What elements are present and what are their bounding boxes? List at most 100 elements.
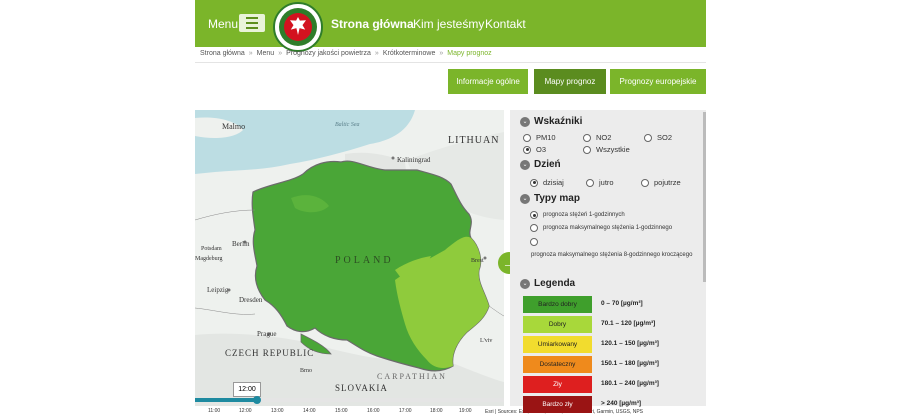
- legend-row: Bardzo zły > 240 [µg/m³]: [523, 396, 698, 413]
- radio-circle[interactable]: [523, 145, 531, 154]
- legend-swatch: Bardzo dobry: [523, 296, 592, 313]
- chevron-down-icon[interactable]: ⌄: [520, 116, 530, 127]
- legend-swatch: Dobry: [523, 316, 592, 333]
- map-label-malmo: Malmo: [222, 122, 246, 131]
- breadcrumb-item[interactable]: Krótkoterminowe: [383, 50, 436, 57]
- hamburger-line: [246, 27, 258, 29]
- radio-wszystkie[interactable]: Wszystkie: [583, 145, 630, 154]
- radio-label: prognoza maksymalnego stężenia 1-godzinn…: [543, 225, 673, 231]
- radio-pm10[interactable]: PM10: [523, 133, 556, 142]
- chevron-down-icon[interactable]: ⌄: [520, 278, 530, 289]
- radio-circle[interactable]: [583, 133, 591, 142]
- tab-forecast-maps[interactable]: Mapy prognoz: [534, 69, 606, 94]
- radio-no2[interactable]: NO2: [583, 133, 611, 142]
- hamburger-line: [246, 17, 258, 19]
- time-slider-handle[interactable]: [252, 396, 261, 404]
- radio-label: jutro: [599, 178, 614, 187]
- map-label-leipzig: Leipzig: [207, 286, 229, 294]
- time-tick: 16:00: [367, 408, 380, 414]
- radio-circle[interactable]: [641, 178, 649, 187]
- legend-swatch: Zły: [523, 376, 592, 393]
- radio-label: SO2: [657, 133, 673, 142]
- radio-max-8h-forecast[interactable]: [530, 238, 538, 246]
- time-slider[interactable]: [195, 396, 504, 404]
- legend-row: Zły 180.1 – 240 [µg/m³]: [523, 376, 698, 393]
- radio-o3[interactable]: O3: [523, 145, 546, 154]
- radio-1h-forecast[interactable]: prognoza stężeń 1-godzinnych: [530, 211, 625, 219]
- hamburger-line: [246, 22, 258, 24]
- legend-swatch: Dostateczny: [523, 356, 592, 373]
- city-dot: [391, 156, 395, 160]
- breadcrumb-item[interactable]: Prognozy jakości powietrza: [286, 50, 371, 57]
- radio-circle[interactable]: [530, 224, 538, 232]
- menu-label[interactable]: Menu: [208, 17, 238, 31]
- breadcrumb-divider: [195, 62, 706, 63]
- map-label-kaliningrad: Kaliningrad: [397, 156, 431, 164]
- radio-label: PM10: [536, 133, 556, 142]
- breadcrumb: Strona główna» Menu» Prognozy jakości powi…: [200, 50, 492, 57]
- radio-label: Wszystkie: [596, 145, 630, 154]
- legend-swatch: Bardzo zły: [523, 396, 592, 413]
- radio-day-after[interactable]: pojutrze: [641, 178, 681, 187]
- legend-range: 70.1 – 120 [µg/m³]: [601, 320, 656, 327]
- panel-scrollbar[interactable]: [703, 112, 706, 282]
- time-ticks: 11:00 12:00 13:00 14:00 15:00 16:00 17:0…: [195, 408, 504, 418]
- map-label-brest: Brest: [471, 258, 484, 264]
- breadcrumb-separator: »: [374, 50, 379, 57]
- radio-today[interactable]: dzisiaj: [530, 178, 564, 187]
- page: Menu Strona główna Kim jesteśmy Kontakt …: [195, 0, 706, 420]
- nav-about-link[interactable]: Kim jesteśmy: [413, 17, 484, 31]
- breadcrumb-item[interactable]: Strona główna: [200, 50, 245, 57]
- radio-circle[interactable]: [530, 238, 538, 246]
- section-title: Legenda: [534, 278, 576, 289]
- time-tick: 15:00: [335, 408, 348, 414]
- time-tick: 18:00: [430, 408, 443, 414]
- nav-home-link[interactable]: Strona główna: [331, 17, 414, 31]
- map-label-prague: Prague: [257, 330, 277, 338]
- chevron-down-icon[interactable]: ⌄: [520, 193, 530, 204]
- map-label-carpathian: CARPATHIAN: [377, 372, 447, 381]
- hamburger-menu-button[interactable]: [239, 14, 265, 32]
- section-dzien[interactable]: ⌄ Dzień: [520, 159, 561, 170]
- tab-european-forecasts[interactable]: Prognozy europejskie: [610, 69, 706, 94]
- time-tick: 11:00: [208, 408, 221, 414]
- legend-range: > 240 [µg/m³]: [601, 400, 642, 407]
- legend-row: Dobry 70.1 – 120 [µg/m³]: [523, 316, 698, 333]
- time-tick: 12:00: [239, 408, 252, 414]
- radio-circle[interactable]: [530, 178, 538, 187]
- section-legenda[interactable]: ⌄ Legenda: [520, 278, 575, 289]
- radio-circle[interactable]: [586, 178, 594, 187]
- map-label-potsdam: Potsdam: [201, 246, 222, 252]
- radio-so2[interactable]: SO2: [644, 133, 672, 142]
- radio-circle[interactable]: [523, 133, 531, 142]
- legend-range: 180.1 – 240 [µg/m³]: [601, 380, 659, 387]
- forecast-map[interactable]: Malmo Baltic Sea LITHUAN Kaliningrad POL…: [195, 110, 504, 406]
- radio-circle[interactable]: [530, 211, 538, 219]
- map-label-magdeburg: Magdeburg: [195, 256, 223, 262]
- radio-tomorrow[interactable]: jutro: [586, 178, 614, 187]
- legend-swatch: Umiarkowany: [523, 336, 592, 353]
- radio-circle[interactable]: [644, 133, 652, 142]
- radio-circle[interactable]: [583, 145, 591, 154]
- radio-label-8h: prognoza maksymalnego stężenia 8-godzinn…: [531, 252, 693, 258]
- radio-label: pojutrze: [654, 178, 681, 187]
- breadcrumb-item[interactable]: Menu: [257, 50, 275, 57]
- map-label-brno: Brno: [300, 368, 312, 374]
- time-indicator: 12:00: [233, 382, 261, 397]
- options-panel: ⌄ Wskaźniki PM10 NO2 SO2 O3 Wszystkie ⌄ …: [510, 110, 706, 413]
- inspection-logo[interactable]: [273, 2, 323, 52]
- section-wskazniki[interactable]: ⌄ Wskaźniki: [520, 116, 582, 127]
- time-slider-fill: [195, 398, 257, 402]
- chevron-down-icon[interactable]: ⌄: [520, 159, 530, 170]
- nav-contact-link[interactable]: Kontakt: [485, 17, 526, 31]
- map-label-dresden: Dresden: [239, 296, 263, 304]
- map-label-poland: POLAND: [335, 255, 394, 266]
- section-typy-map[interactable]: ⌄ Typy map: [520, 193, 580, 204]
- map-label-slovakia: SLOVAKIA: [335, 383, 388, 393]
- radio-label: NO2: [596, 133, 612, 142]
- radio-max-1h-forecast[interactable]: prognoza maksymalnego stężenia 1-godzinn…: [530, 224, 672, 232]
- top-navbar: Menu Strona główna Kim jesteśmy Kontakt: [195, 0, 706, 52]
- section-title: Wskaźniki: [534, 116, 583, 127]
- radio-label: O3: [536, 145, 547, 154]
- tab-general-info[interactable]: Informacje ogólne: [448, 69, 528, 94]
